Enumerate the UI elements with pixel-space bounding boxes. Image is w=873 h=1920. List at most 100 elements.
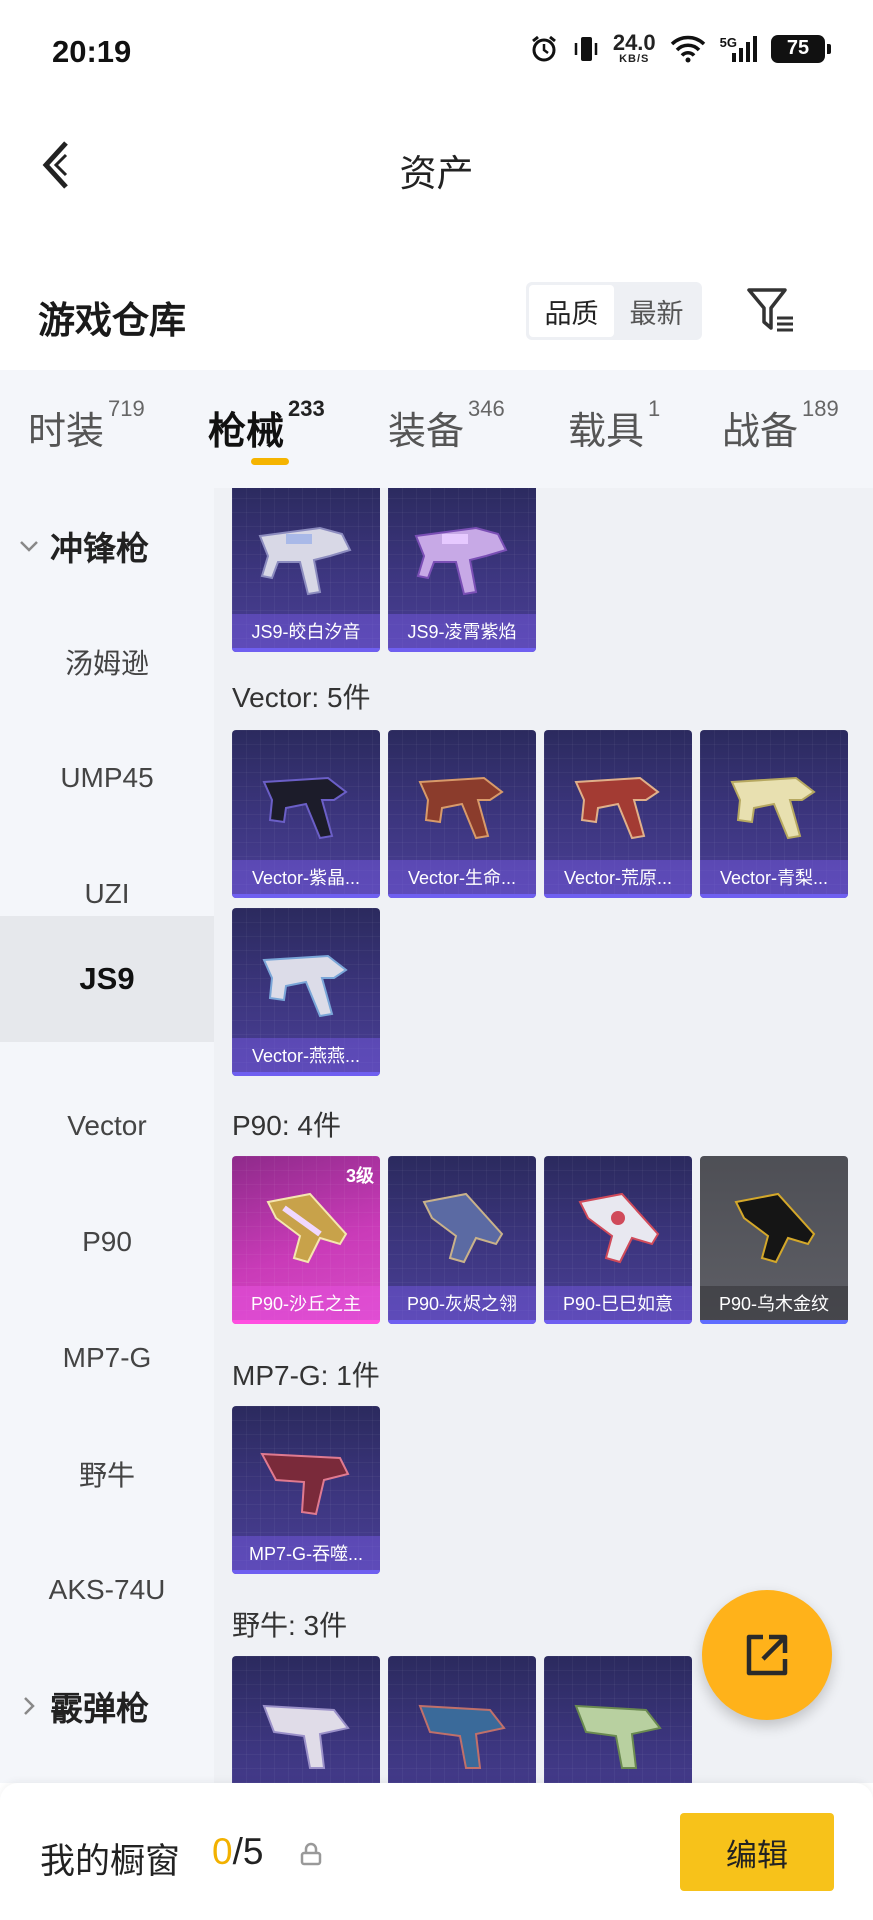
tab-fashion-label: 时装 (28, 411, 105, 453)
smg-icon (262, 1704, 350, 1769)
sidebar-item-bison[interactable]: 野牛 (0, 1416, 214, 1532)
filter-icon (747, 288, 793, 332)
smg-icon (730, 776, 816, 840)
weapon-card-label: JS9-凌霄紫焰 (388, 614, 536, 648)
status-icons: 24.0 KB/S 5G 75 (529, 32, 831, 65)
weapon-grid: JS9-皎白汐音 JS9-凌霄紫焰 Vector: 5件 Vector-紫晶..… (214, 488, 873, 1783)
weapon-card-label: JS9-皎白汐音 (232, 614, 380, 648)
tab-fashion[interactable]: 时装719 (28, 396, 145, 455)
active-tab-indicator (251, 458, 289, 465)
smg-icon (422, 1192, 504, 1264)
tab-firearms-label: 枪械 (208, 411, 285, 453)
share-external-icon (746, 1634, 788, 1676)
smg-icon (574, 1704, 662, 1769)
weapon-card[interactable] (232, 1656, 380, 1783)
sidebar-item-js9[interactable]: JS9 (0, 916, 214, 1042)
sidebar-item-thompson[interactable]: 汤姆逊 (0, 604, 214, 720)
battery-icon: 75 (771, 34, 831, 63)
smg-icon (578, 1192, 660, 1264)
sidebar-item-p90[interactable]: P90 (0, 1184, 214, 1300)
smg-icon (266, 1192, 348, 1264)
showcase-count-total: /5 (232, 1831, 264, 1872)
tab-firearms-count: 233 (288, 396, 325, 421)
sort-newest-option[interactable]: 最新 (614, 285, 699, 337)
chevron-right-icon (16, 1693, 42, 1719)
smg-icon (414, 526, 508, 596)
network-speed-unit: KB/S (619, 53, 650, 65)
smg-icon (258, 526, 352, 596)
weapon-card[interactable]: P90-乌木金纹 (700, 1156, 848, 1324)
network-speed: 24.0 KB/S (613, 32, 656, 65)
weapon-card-label: MP7-G-吞噬... (232, 1536, 380, 1570)
level-badge: 3级 (345, 1166, 374, 1186)
smg-icon (418, 1704, 506, 1769)
weapon-card[interactable]: Vector-青梨... (700, 730, 848, 898)
warehouse-title: 游戏仓库 (38, 300, 186, 341)
nav-bar: 资产 (0, 105, 873, 225)
chevron-down-icon (16, 533, 42, 559)
smg-icon (262, 776, 348, 840)
page-title: 资产 (399, 153, 474, 194)
sidebar-category-shotgun[interactable]: 霰弹枪 (0, 1648, 214, 1764)
weapon-card[interactable]: P90-巳巳如意 (544, 1156, 692, 1324)
alarm-icon (529, 34, 559, 64)
tab-fashion-count: 719 (108, 396, 145, 421)
weapon-card-label: Vector-燕燕... (232, 1038, 380, 1072)
weapon-card[interactable]: Vector-生命... (388, 730, 536, 898)
weapon-card-label: P90-沙丘之主 (232, 1286, 380, 1320)
group-label-bison: 野牛: 3件 (232, 1610, 348, 1641)
sidebar-item-vector[interactable]: Vector (0, 1068, 214, 1184)
weapon-card[interactable]: JS9-凌霄紫焰 (388, 488, 536, 652)
smg-icon (262, 954, 348, 1018)
tab-vehicles-label: 载具 (568, 411, 645, 453)
tab-equipment[interactable]: 装备346 (388, 396, 505, 455)
sidebar-category-smg[interactable]: 冲锋枪 (0, 488, 214, 604)
tab-firearms[interactable]: 枪械233 (208, 396, 325, 455)
share-float-button[interactable] (702, 1590, 832, 1720)
weapon-card-label: P90-乌木金纹 (700, 1286, 848, 1320)
weapon-card-label: Vector-青梨... (700, 860, 848, 894)
filter-button[interactable] (745, 284, 797, 336)
cellular-signal-icon: 5G (720, 35, 757, 63)
smg-icon (734, 1192, 816, 1264)
weapon-card[interactable]: Vector-紫晶... (232, 730, 380, 898)
smg-icon (574, 776, 660, 840)
showcase-count: 0/5 (212, 1831, 263, 1873)
weapon-card-label: Vector-紫晶... (232, 860, 380, 894)
weapon-card[interactable]: JS9-皎白汐音 (232, 488, 380, 652)
group-label-p90: P90: 4件 (232, 1110, 341, 1141)
network-speed-value: 24.0 (612, 30, 656, 55)
tab-vehicles-count: 1 (648, 396, 661, 421)
edit-button[interactable]: 编辑 (680, 1813, 834, 1891)
weapon-card[interactable]: Vector-燕燕... (232, 908, 380, 1076)
weapon-card[interactable]: P90-灰烬之翎 (388, 1156, 536, 1324)
sidebar-item-mp7g[interactable]: MP7-G (0, 1300, 214, 1416)
tab-supplies[interactable]: 战备189 (722, 396, 839, 455)
weapon-card-label: Vector-生命... (388, 860, 536, 894)
weapon-card[interactable]: MP7-G-吞噬... (232, 1406, 380, 1574)
sidebar-item-aks74u[interactable]: AKS-74U (0, 1532, 214, 1648)
sort-toggle: 品质 最新 (526, 282, 702, 340)
sidebar-category-shotgun-label: 霰弹枪 (50, 1690, 149, 1727)
vibrate-icon (573, 34, 599, 64)
weapon-card[interactable] (544, 1656, 692, 1783)
group-label-vector: Vector: 5件 (232, 682, 371, 713)
weapon-sidebar: 冲锋枪 汤姆逊 UMP45 UZI JS9 Vector P90 MP7-G 野… (0, 488, 214, 1783)
weapon-card[interactable] (388, 1656, 536, 1783)
tab-vehicles[interactable]: 载具1 (568, 396, 660, 455)
lock-icon (300, 1842, 322, 1866)
weapon-card[interactable]: Vector-荒原... (544, 730, 692, 898)
weapon-card-label: Vector-荒原... (544, 860, 692, 894)
sidebar-category-smg-label: 冲锋枪 (50, 530, 149, 567)
sidebar-item-ump45[interactable]: UMP45 (0, 720, 214, 836)
category-tab-bar: 时装719 枪械233 装备346 载具1 战备189 (0, 370, 873, 488)
group-label-mp7g: MP7-G: 1件 (232, 1360, 380, 1391)
weapon-card-label: P90-灰烬之翎 (388, 1286, 536, 1320)
sort-quality-option[interactable]: 品质 (529, 285, 614, 337)
tab-supplies-label: 战备 (722, 411, 799, 453)
status-bar: 20:19 24.0 KB/S 5G 75 (0, 0, 873, 105)
weapon-card[interactable]: 3级 P90-沙丘之主 (232, 1156, 380, 1324)
tab-supplies-count: 189 (802, 396, 839, 421)
showcase-bottom-bar: 我的橱窗 0/5 编辑 (0, 1783, 873, 1920)
showcase-label: 我的橱窗 (40, 1842, 181, 1881)
